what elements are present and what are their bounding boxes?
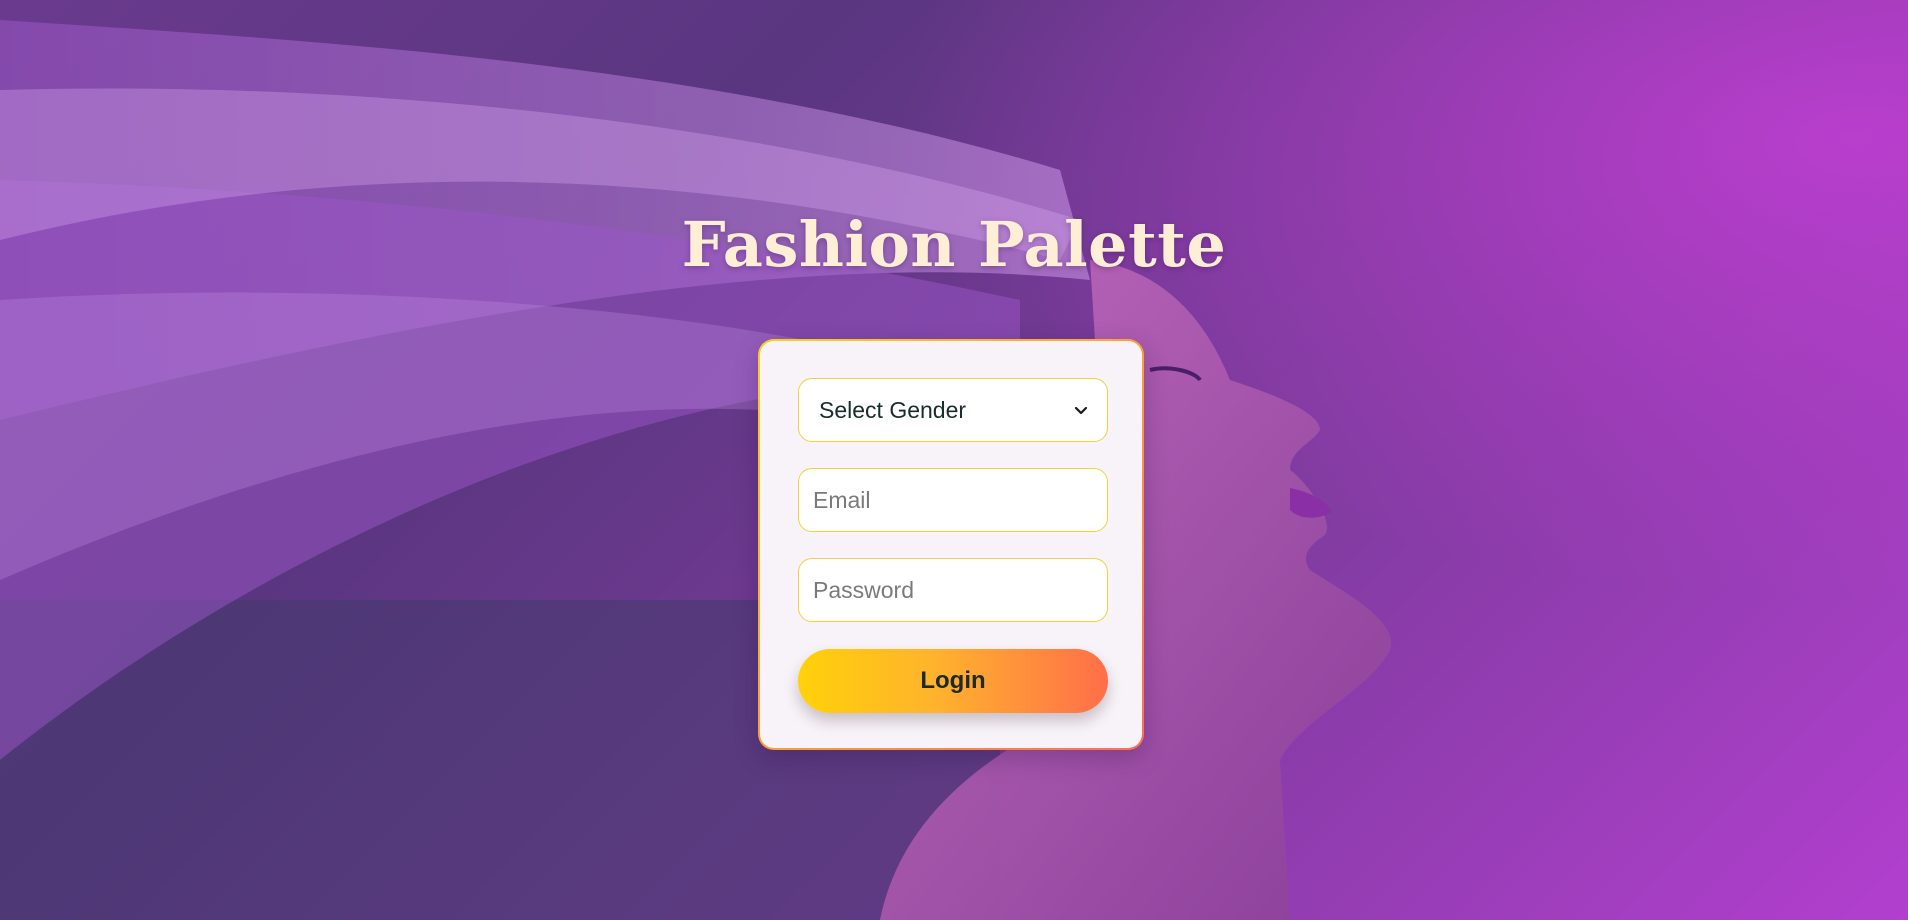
- page-title: Fashion Palette: [681, 208, 1227, 281]
- gender-select-value: Select Gender: [819, 396, 967, 423]
- login-card: Select Gender Login: [758, 339, 1144, 750]
- password-input[interactable]: [798, 558, 1108, 622]
- gender-select[interactable]: Select Gender: [798, 378, 1108, 442]
- login-button[interactable]: Login: [798, 649, 1108, 713]
- email-input[interactable]: [798, 468, 1108, 532]
- chevron-down-icon: [1074, 406, 1088, 415]
